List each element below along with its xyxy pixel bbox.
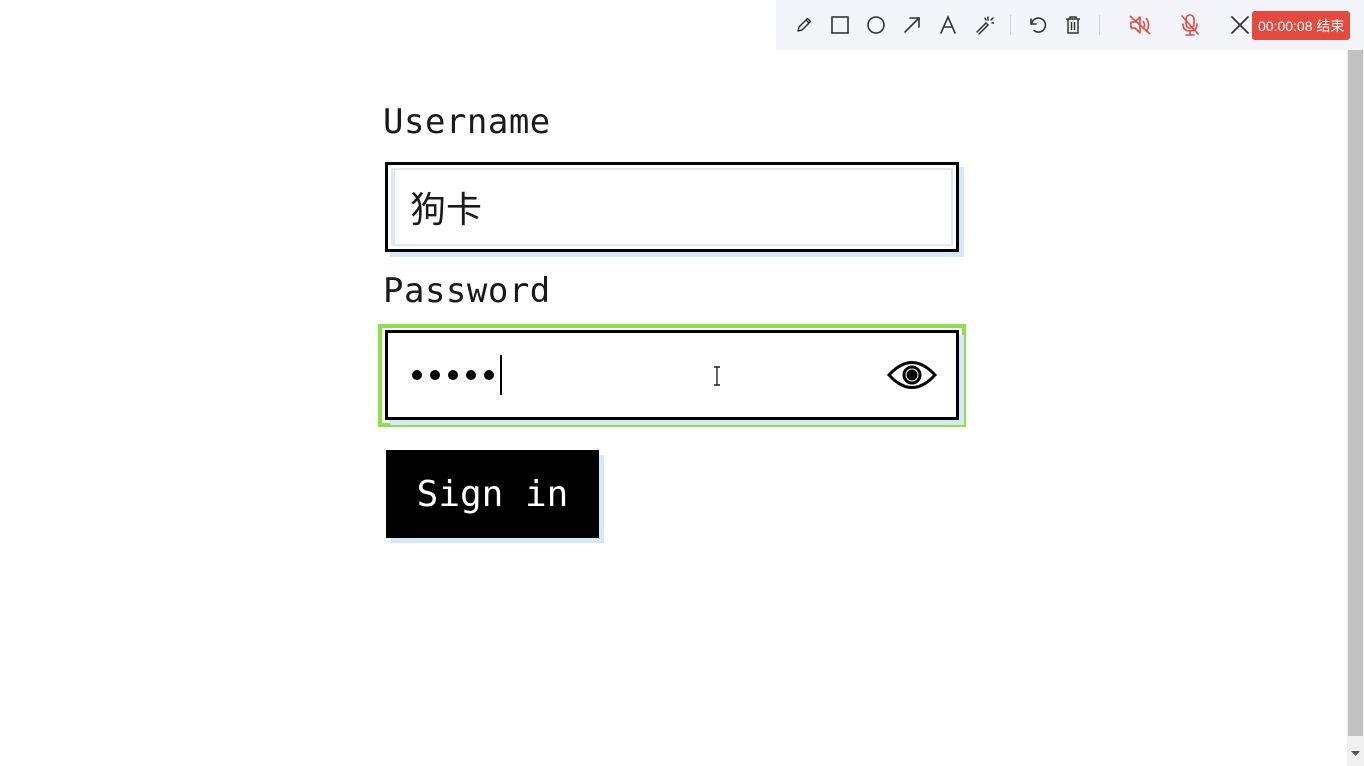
password-masked-value [412,355,502,395]
password-dot [430,370,440,380]
password-dot [448,370,458,380]
arrow-icon[interactable] [894,7,930,43]
text-caret [500,355,502,395]
password-dot [484,370,494,380]
username-label: Username [383,102,551,142]
magic-wand-icon[interactable] [966,7,1002,43]
microphone-muted-icon[interactable] [1172,7,1208,43]
circle-icon[interactable] [858,7,894,43]
vertical-scrollbar[interactable] [1347,50,1364,766]
rectangle-icon[interactable] [822,7,858,43]
undo-icon[interactable] [1019,7,1055,43]
sign-in-button[interactable]: Sign in [386,450,599,538]
scroll-down-arrow-icon[interactable] [1347,742,1364,766]
toolbar-divider [1099,15,1100,35]
text-cursor-icon [714,366,720,386]
scrollbar-thumb[interactable] [1348,50,1363,736]
password-label: Password [383,271,551,311]
username-value: 狗卡 [410,190,483,231]
stop-recording-button[interactable]: 00:00:08 结束 [1252,11,1351,40]
text-icon[interactable] [930,7,966,43]
password-dot [412,370,422,380]
pencil-icon[interactable] [786,7,822,43]
recording-toolbar: 00:00:08 结束 [776,0,1364,50]
eye-icon[interactable] [886,356,938,394]
password-input[interactable] [385,330,959,420]
password-dot [466,370,476,380]
trash-icon[interactable] [1055,7,1091,43]
page: 00:00:08 结束 Username 狗卡 Password Sign in [0,0,1364,766]
toolbar-divider [1010,15,1011,35]
speaker-muted-icon[interactable] [1122,7,1158,43]
username-input[interactable]: 狗卡 [385,162,959,252]
